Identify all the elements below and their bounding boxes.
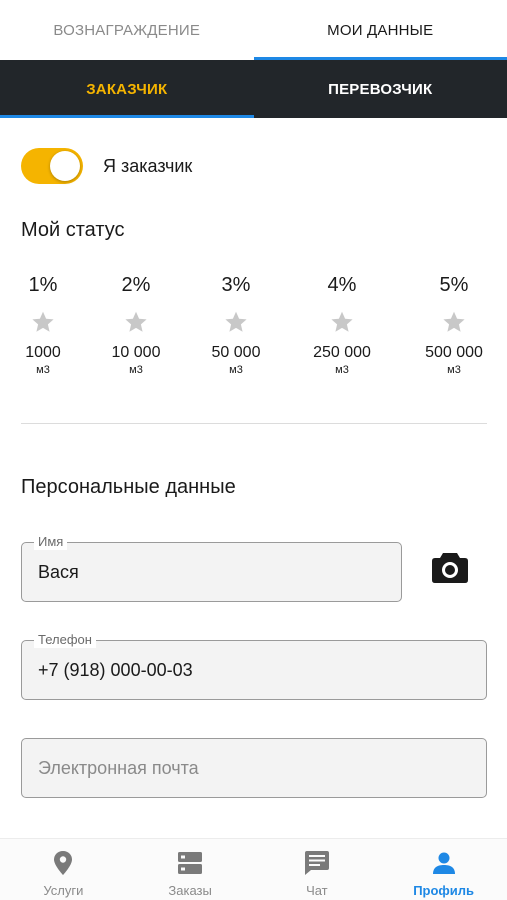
tab-rewards[interactable]: ВОЗНАГРАЖДЕНИЕ (0, 0, 254, 60)
star-icon (0, 300, 93, 344)
nav-services-label: Услуги (43, 883, 84, 898)
level-amount: 250 000 (313, 344, 371, 361)
status-levels: 1% 1000 м3 2% 10 000 м3 3% 50 000 м3 4% … (0, 270, 507, 390)
star-icon (186, 300, 286, 344)
status-level: 5% 500 000 м3 (404, 270, 504, 378)
nav-profile-label: Профиль (413, 883, 475, 898)
email-field-placeholder: Электронная почта (38, 757, 199, 778)
status-title: Мой статус (21, 219, 125, 241)
tab-customer[interactable]: ЗАКАЗЧИК (0, 60, 254, 118)
name-field-value: Вася (38, 561, 79, 582)
personal-data-title: Персональные данные (21, 476, 236, 498)
customer-toggle-label: Я заказчик (103, 155, 193, 176)
level-percent: 3% (221, 274, 251, 296)
nav-orders[interactable]: Заказы (127, 839, 254, 900)
status-level: 3% 50 000 м3 (186, 270, 286, 378)
location-pin-icon (53, 849, 73, 877)
level-percent: 1% (28, 274, 58, 296)
top-tab-bar: ВОЗНАГРАЖДЕНИЕ МОИ ДАННЫЕ (0, 0, 507, 60)
chat-bubble-icon (304, 849, 330, 877)
section-divider (21, 423, 487, 424)
level-unit: м3 (36, 364, 50, 376)
level-amount: 500 000 (425, 344, 483, 361)
name-field[interactable]: Имя Вася (21, 534, 402, 602)
tab-my-data[interactable]: МОИ ДАННЫЕ (253, 0, 507, 60)
customer-toggle[interactable] (21, 148, 83, 184)
nav-services[interactable]: Услуги (0, 839, 127, 900)
status-level: 4% 250 000 м3 (292, 270, 392, 378)
star-icon (404, 300, 504, 344)
email-field[interactable]: Электронная почта (21, 738, 487, 798)
level-amount: 50 000 (211, 344, 261, 361)
nav-chat[interactable]: Чат (254, 839, 381, 900)
camera-icon[interactable] (431, 550, 469, 584)
customer-toggle-row: Я заказчик (21, 148, 192, 184)
orders-list-icon (177, 849, 203, 877)
level-unit: м3 (335, 364, 349, 376)
person-icon (432, 849, 456, 877)
star-icon (86, 300, 186, 344)
level-percent: 4% (327, 274, 357, 296)
tab-carrier[interactable]: ПЕРЕВОЗЧИК (254, 60, 507, 118)
level-unit: м3 (447, 364, 461, 376)
level-amount: 10 000 (111, 344, 161, 361)
bottom-navigation: Услуги Заказы Чат Профиль (0, 838, 507, 900)
status-level: 1% 1000 м3 (0, 270, 93, 378)
phone-field-value: +7 (918) 000-00-03 (38, 659, 193, 680)
level-unit: м3 (229, 364, 243, 376)
level-percent: 5% (439, 274, 469, 296)
role-tab-bar: ЗАКАЗЧИК ПЕРЕВОЗЧИК (0, 60, 507, 118)
phone-field[interactable]: Телефон +7 (918) 000-00-03 (21, 632, 487, 700)
toggle-knob (50, 151, 80, 181)
status-level: 2% 10 000 м3 (86, 270, 186, 378)
level-amount: 1000 (25, 344, 61, 361)
nav-orders-label: Заказы (168, 883, 212, 898)
nav-chat-label: Чат (306, 883, 328, 898)
nav-profile[interactable]: Профиль (380, 839, 507, 900)
level-percent: 2% (121, 274, 151, 296)
level-unit: м3 (129, 364, 143, 376)
star-icon (292, 300, 392, 344)
